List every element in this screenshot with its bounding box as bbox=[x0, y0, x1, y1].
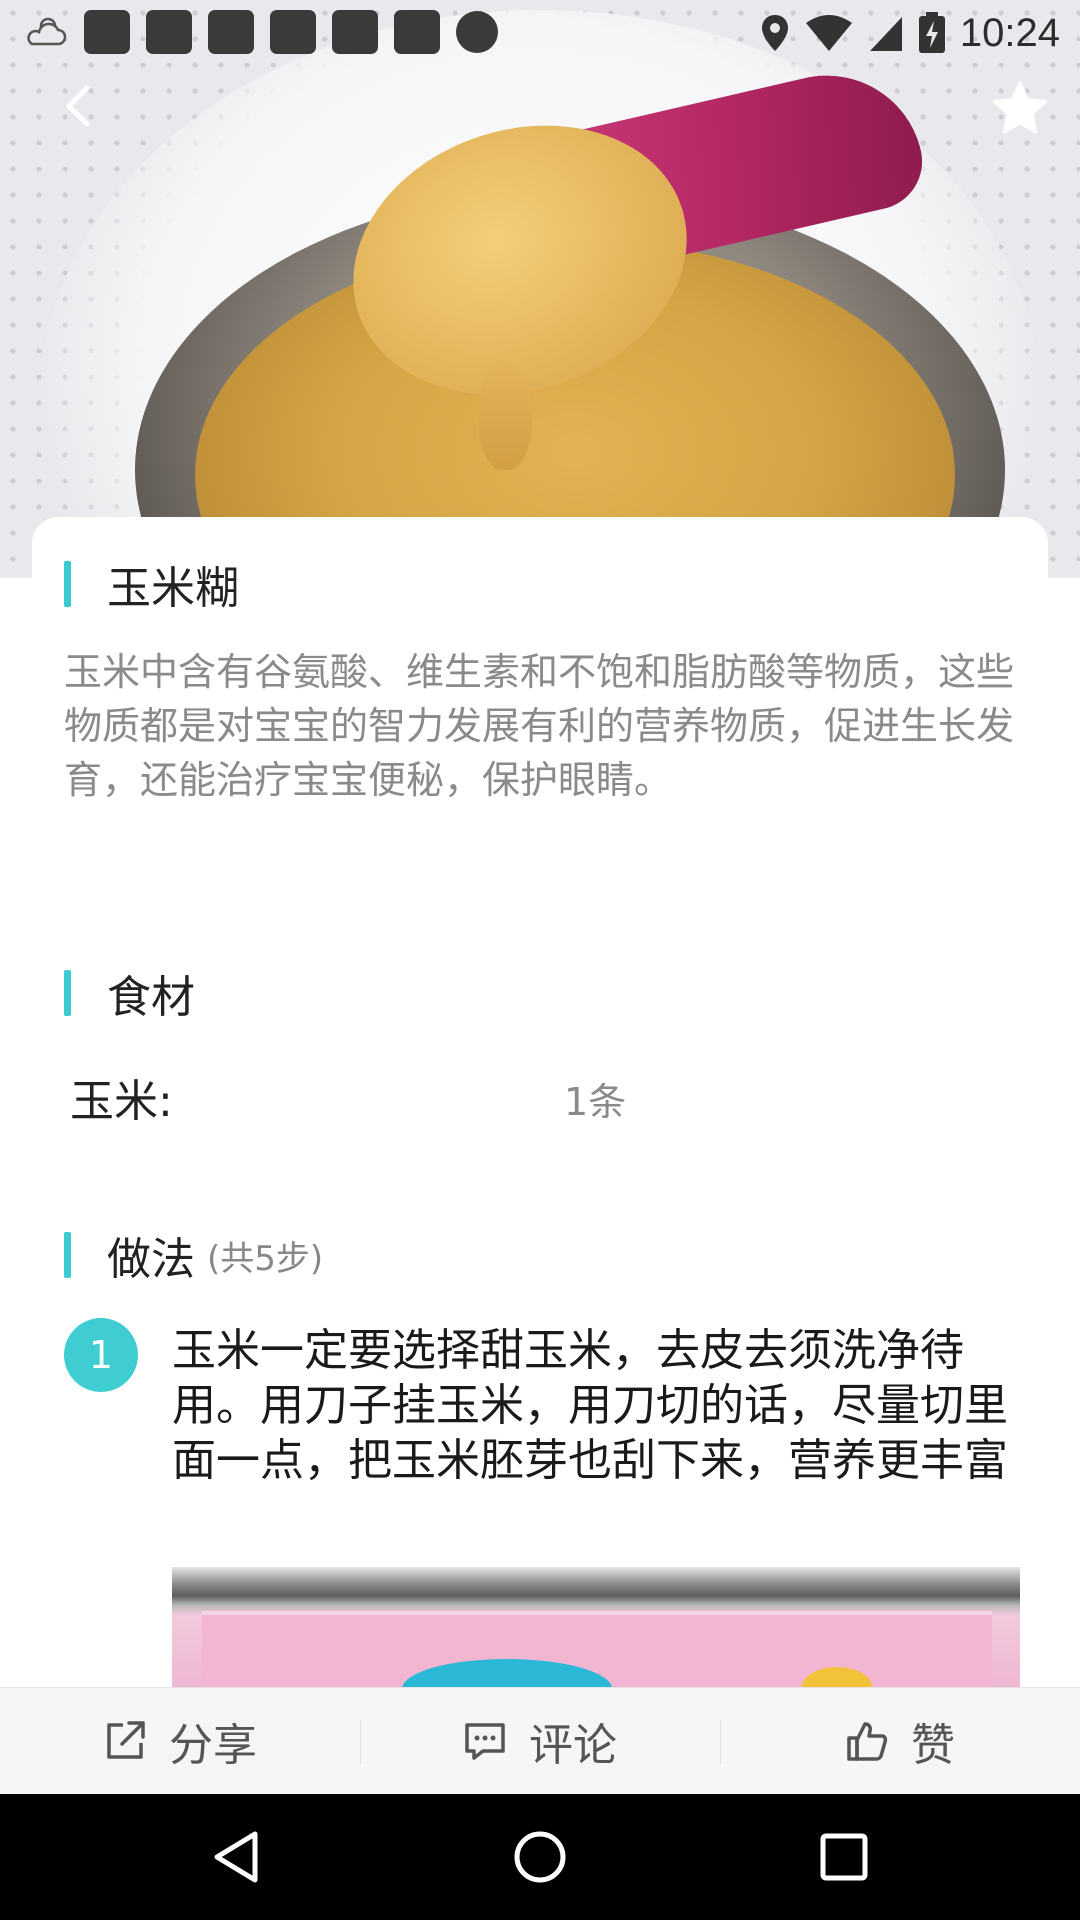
location-icon bbox=[761, 15, 788, 51]
recipe-description: 玉米中含有谷氨酸、维生素和不饱和脂肪酸等物质，这些物质都是对宝宝的智力发展有利的… bbox=[64, 650, 1015, 802]
notification-icon bbox=[270, 10, 316, 54]
nav-home-button[interactable] bbox=[505, 1822, 575, 1892]
nav-back-icon bbox=[214, 1831, 258, 1883]
share-button[interactable]: 分享 bbox=[0, 1688, 360, 1794]
like-button[interactable]: 赞 bbox=[720, 1688, 1080, 1794]
section-accent-bar bbox=[64, 561, 71, 607]
method-step-count: (共5步) bbox=[207, 1238, 324, 1279]
chevron-left-icon bbox=[66, 85, 90, 127]
favorite-button[interactable] bbox=[990, 78, 1050, 138]
signal-icon bbox=[869, 17, 902, 51]
status-time: 10:24 bbox=[959, 10, 1060, 55]
share-label: 分享 bbox=[169, 1720, 257, 1771]
nav-recents-button[interactable] bbox=[809, 1822, 879, 1892]
share-icon bbox=[107, 1721, 145, 1759]
notification-icon bbox=[332, 10, 378, 54]
comment-button[interactable]: 评论 bbox=[360, 1688, 720, 1794]
recipe-hero-image bbox=[0, 0, 1080, 578]
nav-recents-icon bbox=[820, 1833, 868, 1881]
nav-back-button[interactable] bbox=[201, 1822, 271, 1892]
step-text: 玉米一定要选择甜玉米，去皮去须洗净待用。用刀子挂玉米，用刀切的话，尽量切里面一点… bbox=[172, 1325, 1008, 1486]
nav-home-icon bbox=[514, 1831, 566, 1883]
weather-cloudy-icon bbox=[27, 17, 67, 46]
like-label: 赞 bbox=[911, 1720, 955, 1771]
back-button[interactable] bbox=[48, 76, 108, 136]
notification-icon bbox=[84, 10, 130, 54]
notification-icons bbox=[24, 10, 498, 54]
action-bar: 分享 评论 赞 bbox=[0, 1687, 1080, 1794]
notification-icon bbox=[394, 10, 440, 54]
notification-icon bbox=[208, 10, 254, 54]
ingredient-name: 玉米: bbox=[70, 1076, 173, 1127]
notification-icon bbox=[456, 11, 498, 53]
section-accent-bar bbox=[64, 1232, 71, 1278]
comment-icon bbox=[465, 1723, 505, 1760]
method-title: 做法 bbox=[107, 1234, 195, 1285]
system-nav-bar bbox=[0, 1794, 1080, 1920]
recipe-card: 玉米糊 玉米中含有谷氨酸、维生素和不饱和脂肪酸等物质，这些物质都是对宝宝的智力发… bbox=[32, 517, 1048, 1687]
ingredient-amount: 1条 bbox=[564, 1080, 627, 1124]
battery-charging-icon bbox=[918, 12, 945, 53]
section-accent-bar bbox=[64, 970, 71, 1016]
method-header: 做法 (共5步) bbox=[64, 1223, 323, 1287]
status-bar: 10:24 bbox=[0, 0, 1080, 63]
step-image bbox=[172, 1567, 1020, 1687]
ingredients-title: 食材 bbox=[107, 972, 195, 1023]
ingredients-header: 食材 bbox=[64, 961, 195, 1025]
recipe-title: 玉米糊 bbox=[107, 563, 239, 614]
notification-icon bbox=[146, 10, 192, 54]
comment-label: 评论 bbox=[529, 1720, 617, 1771]
thumbs-up-icon bbox=[847, 1722, 888, 1761]
step-number-badge: 1 bbox=[64, 1318, 138, 1392]
wifi-icon bbox=[805, 15, 852, 51]
star-icon bbox=[993, 81, 1047, 134]
recipe-title-header: 玉米糊 bbox=[64, 552, 239, 616]
